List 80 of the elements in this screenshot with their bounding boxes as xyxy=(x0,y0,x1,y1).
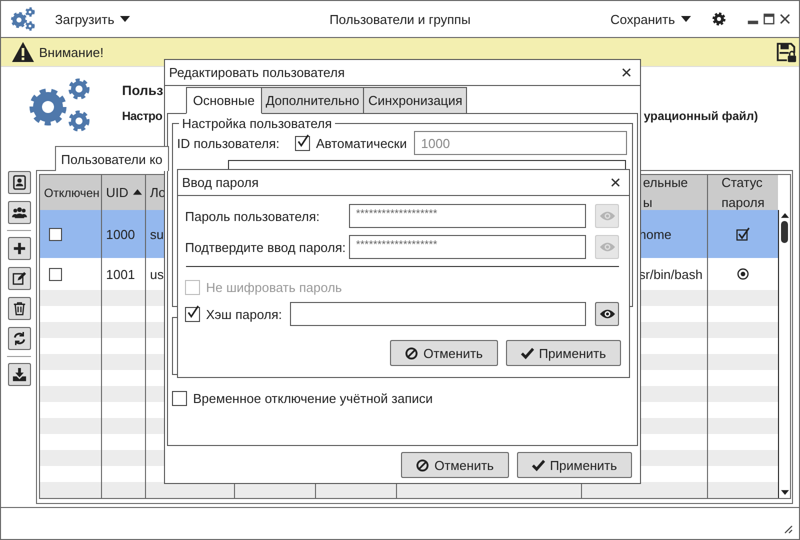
gears-icon xyxy=(9,5,37,33)
edit-button[interactable] xyxy=(8,267,30,290)
column-header[interactable]: Статус пароля xyxy=(708,175,778,210)
table-cell: 1000 xyxy=(102,210,146,258)
close-icon[interactable] xyxy=(621,67,632,78)
scrollbar[interactable] xyxy=(778,210,790,498)
dialog-tab[interactable]: Дополнительно xyxy=(260,87,364,114)
edit-icon xyxy=(12,271,26,286)
table-cell xyxy=(708,418,778,434)
scroll-up-icon[interactable] xyxy=(780,213,788,218)
apply-button[interactable]: Применить xyxy=(516,452,632,478)
page-subtitle: Настро xyxy=(122,109,162,123)
maximize-icon[interactable] xyxy=(763,12,775,24)
checkbox[interactable] xyxy=(49,268,62,280)
caret-icon xyxy=(681,16,691,22)
refresh-icon xyxy=(12,331,26,346)
field-label: ID пользователя: xyxy=(177,136,281,150)
cancel-icon xyxy=(405,346,418,360)
trash-icon xyxy=(12,301,26,316)
save-menu[interactable]: Сохранить xyxy=(606,10,695,28)
eye-icon xyxy=(598,210,616,222)
dialog-title: Ввод пароля xyxy=(182,175,259,190)
apply-button[interactable]: Применить xyxy=(506,340,621,366)
save-lock-icon[interactable] xyxy=(775,41,797,63)
checkmark-icon xyxy=(532,458,545,472)
checkbox[interactable] xyxy=(172,391,187,406)
cancel-button[interactable]: Отменить xyxy=(401,452,509,478)
page-subtitle: урационный файл) xyxy=(644,109,758,123)
download-icon xyxy=(12,367,26,382)
close-icon[interactable] xyxy=(779,12,791,24)
close-icon[interactable] xyxy=(610,177,621,188)
checkbox-label: Хэш пароля: xyxy=(206,306,284,322)
dialog-title: Редактировать пользователя xyxy=(169,65,345,80)
warning-text: Внимание! xyxy=(39,44,105,60)
cancel-icon xyxy=(416,458,430,472)
plus-icon xyxy=(12,241,26,256)
group-title: Настройка пользователя xyxy=(179,116,335,131)
eye-icon xyxy=(598,308,616,320)
dialog-tab[interactable]: Синхронизация xyxy=(363,87,468,114)
table-cell xyxy=(708,354,778,370)
trash-button[interactable] xyxy=(8,297,30,320)
refresh-button[interactable] xyxy=(8,327,30,350)
users-tab[interactable]: Пользователи ко xyxy=(55,146,169,171)
checkbox-label: Временное отключение учётной записи xyxy=(193,391,433,406)
load-menu[interactable]: Загрузить xyxy=(51,10,134,28)
page-title: Польз xyxy=(122,83,164,98)
column-header[interactable]: UID xyxy=(102,175,146,210)
resize-grip-icon[interactable] xyxy=(783,524,793,534)
table-cell xyxy=(708,386,778,402)
column-header[interactable]: Отключен xyxy=(40,175,102,210)
sort-icon xyxy=(133,189,142,195)
scroll-down-icon[interactable] xyxy=(780,490,788,495)
warning-icon xyxy=(11,41,35,63)
checkmark-icon xyxy=(520,346,534,360)
dialog-tab[interactable]: Основные xyxy=(186,87,262,114)
contact-card-icon xyxy=(12,175,26,190)
caret-icon xyxy=(120,16,130,22)
group-icon xyxy=(12,205,26,220)
uid-field[interactable]: 1000 xyxy=(414,131,627,155)
settings-icon[interactable] xyxy=(711,11,727,27)
contact-card-button[interactable] xyxy=(8,171,30,194)
plus-button[interactable] xyxy=(8,237,30,260)
password-field[interactable]: ******************* xyxy=(349,204,586,228)
table-cell xyxy=(708,290,778,306)
table-cell xyxy=(708,482,778,498)
checkbox[interactable] xyxy=(295,136,310,150)
table-cell xyxy=(708,322,778,338)
download-button[interactable] xyxy=(8,363,30,386)
checkbox[interactable] xyxy=(49,228,62,240)
cancel-button[interactable]: Отменить xyxy=(390,340,498,366)
checkbox-label: Автоматически xyxy=(316,136,407,150)
scroll-thumb[interactable] xyxy=(781,221,788,243)
window-title: Пользователи и группы xyxy=(329,12,471,26)
show-password-button[interactable] xyxy=(595,302,619,326)
table-cell xyxy=(708,450,778,466)
password-field[interactable]: ******************* xyxy=(349,235,586,259)
group-button[interactable] xyxy=(8,201,30,224)
hash-field[interactable] xyxy=(290,302,586,326)
checkbox[interactable] xyxy=(185,306,200,322)
eye-icon xyxy=(598,241,616,253)
